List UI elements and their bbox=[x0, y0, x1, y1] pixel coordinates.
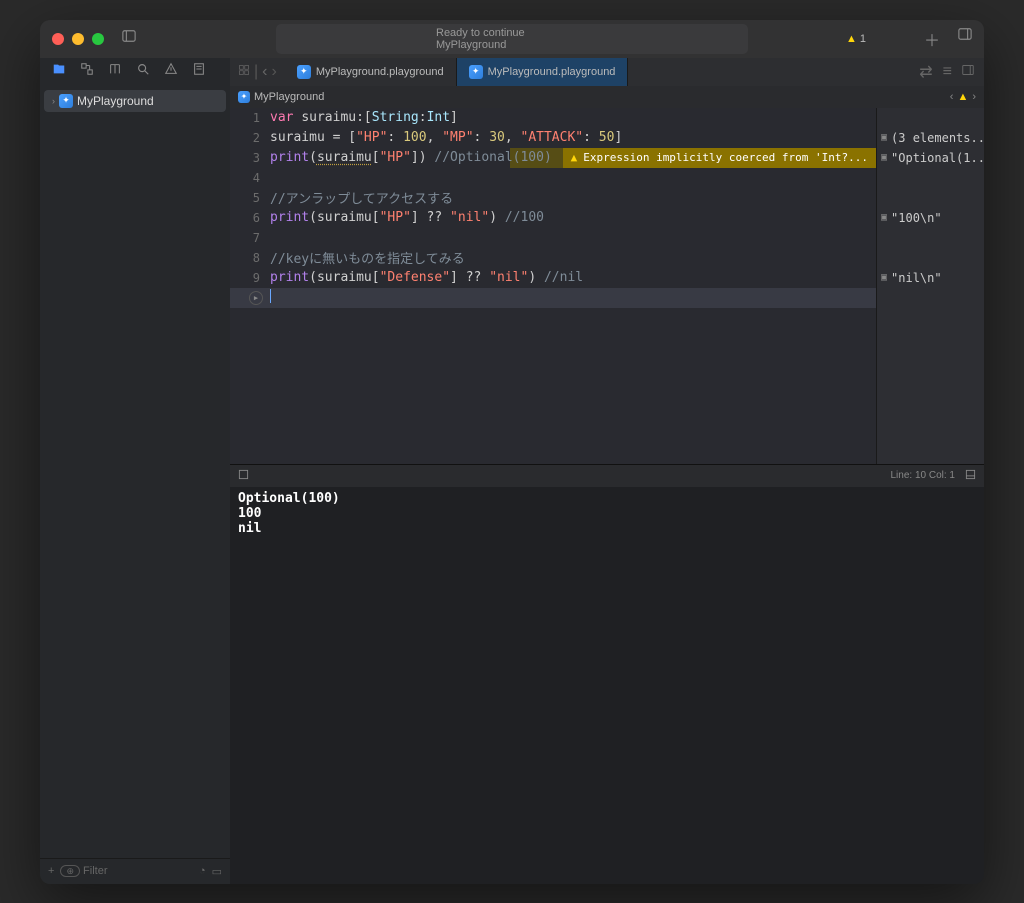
editor-area: ▲ Expression implicitly coerced from 'In… bbox=[230, 108, 984, 464]
status-bar: Ready to continue MyPlayground bbox=[276, 24, 748, 54]
close-window-button[interactable] bbox=[52, 33, 64, 45]
project-name-label: MyPlayground bbox=[77, 94, 154, 108]
library-button[interactable] bbox=[958, 27, 972, 51]
find-navigator-icon[interactable] bbox=[136, 62, 150, 81]
maximize-window-button[interactable] bbox=[92, 33, 104, 45]
playground-icon: ✦ bbox=[469, 65, 483, 79]
symbol-navigator-icon[interactable] bbox=[108, 62, 122, 81]
quicklook-icon: ▣ bbox=[881, 212, 887, 223]
console-output[interactable]: Optional(100) 100 nil bbox=[230, 487, 984, 884]
results-sidebar: ▣(3 elements... ▣"Optional(1... ▣"100\n"… bbox=[876, 108, 984, 464]
result-row[interactable]: ▣"Optional(1... bbox=[877, 148, 984, 168]
split-editor-icon[interactable] bbox=[962, 63, 974, 81]
console-toggle-icon[interactable] bbox=[965, 469, 976, 483]
add-button[interactable]: ＋ bbox=[924, 27, 940, 51]
minimize-window-button[interactable] bbox=[72, 33, 84, 45]
quicklook-icon: ▣ bbox=[881, 132, 887, 143]
status-text: Ready to continue MyPlayground bbox=[436, 27, 525, 51]
issue-navigator-icon[interactable] bbox=[164, 62, 178, 81]
code-pane: ▲ Expression implicitly coerced from 'In… bbox=[230, 108, 876, 464]
console-view-icon[interactable] bbox=[238, 469, 249, 483]
breadcrumb-bar: ✦ MyPlayground ‹ ▲ › bbox=[230, 86, 984, 108]
window-controls bbox=[52, 33, 104, 45]
chevron-right-icon: › bbox=[52, 96, 55, 106]
titlebar-right-controls: ＋ bbox=[924, 27, 972, 51]
titlebar: Ready to continue MyPlayground ▲ 1 ＋ bbox=[40, 20, 984, 58]
playground-icon: ✦ bbox=[59, 94, 73, 108]
navigator-sidebar: › ✦ MyPlayground + ⊕ Filter ◔ ▭ bbox=[40, 58, 230, 884]
sidebar-toggle-button[interactable] bbox=[122, 29, 136, 48]
tabbar: | ‹ › ✦ MyPlayground.playground ✦ MyPlay… bbox=[230, 58, 984, 86]
tabbar-right: ⇄ ≡ bbox=[909, 58, 984, 86]
project-root-item[interactable]: › ✦ MyPlayground bbox=[44, 90, 226, 112]
project-navigator-icon[interactable] bbox=[52, 62, 66, 81]
navigator-selector bbox=[40, 58, 230, 86]
result-row[interactable]: ▣"100\n" bbox=[877, 208, 984, 228]
quicklook-icon: ▣ bbox=[881, 272, 887, 283]
playground-icon: ✦ bbox=[238, 91, 250, 103]
refresh-icon[interactable]: ⇄ bbox=[919, 62, 932, 82]
result-row[interactable]: ▣"nil\n" bbox=[877, 268, 984, 288]
jump-forward-icon[interactable]: › bbox=[972, 91, 976, 103]
tab-navigation: | ‹ › bbox=[230, 58, 285, 86]
breadcrumb-path[interactable]: MyPlayground bbox=[254, 91, 324, 103]
filter-input[interactable]: ⊕ Filter bbox=[60, 865, 193, 877]
xcode-window: Ready to continue MyPlayground ▲ 1 ＋ bbox=[40, 20, 984, 884]
source-control-icon[interactable] bbox=[80, 62, 94, 81]
console-toolbar: Line: 10 Col: 1 bbox=[230, 465, 984, 487]
cursor-position-label: Line: 10 Col: 1 bbox=[891, 470, 956, 481]
report-navigator-icon[interactable] bbox=[192, 62, 206, 81]
forward-button[interactable]: › bbox=[271, 63, 276, 81]
result-row[interactable]: ▣(3 elements... bbox=[877, 128, 984, 148]
tab-1[interactable]: ✦ MyPlayground.playground bbox=[285, 58, 457, 86]
editor-main: | ‹ › ✦ MyPlayground.playground ✦ MyPlay… bbox=[230, 58, 984, 884]
recent-filter-icon[interactable]: ◔ bbox=[199, 865, 206, 877]
warning-triangle-icon: ▲ bbox=[846, 33, 857, 45]
code-editor[interactable]: ▲ Expression implicitly coerced from 'In… bbox=[230, 108, 876, 464]
project-tree[interactable]: › ✦ MyPlayground bbox=[40, 86, 230, 858]
related-items-icon[interactable] bbox=[238, 63, 250, 81]
warning-count: 1 bbox=[860, 33, 866, 45]
scm-filter-icon[interactable]: ▭ bbox=[212, 865, 222, 878]
back-button[interactable]: ‹ bbox=[262, 63, 267, 81]
playground-icon: ✦ bbox=[297, 65, 311, 79]
warning-triangle-icon[interactable]: ▲ bbox=[957, 91, 968, 103]
window-body: › ✦ MyPlayground + ⊕ Filter ◔ ▭ bbox=[40, 58, 984, 884]
console-panel: Line: 10 Col: 1 Optional(100) 100 nil bbox=[230, 464, 984, 884]
sidebar-footer: + ⊕ Filter ◔ ▭ bbox=[40, 858, 230, 884]
jump-back-icon[interactable]: ‹ bbox=[950, 91, 954, 103]
tab-label: MyPlayground.playground bbox=[316, 66, 444, 78]
issues-indicator[interactable]: ▲ 1 bbox=[846, 33, 866, 45]
tab-label: MyPlayground.playground bbox=[488, 66, 616, 78]
add-file-button[interactable]: + bbox=[48, 865, 54, 877]
tab-2[interactable]: ✦ MyPlayground.playground bbox=[457, 58, 629, 86]
adjust-editor-icon[interactable]: ≡ bbox=[943, 63, 952, 81]
quicklook-icon: ▣ bbox=[881, 152, 887, 163]
text-cursor bbox=[270, 289, 271, 303]
